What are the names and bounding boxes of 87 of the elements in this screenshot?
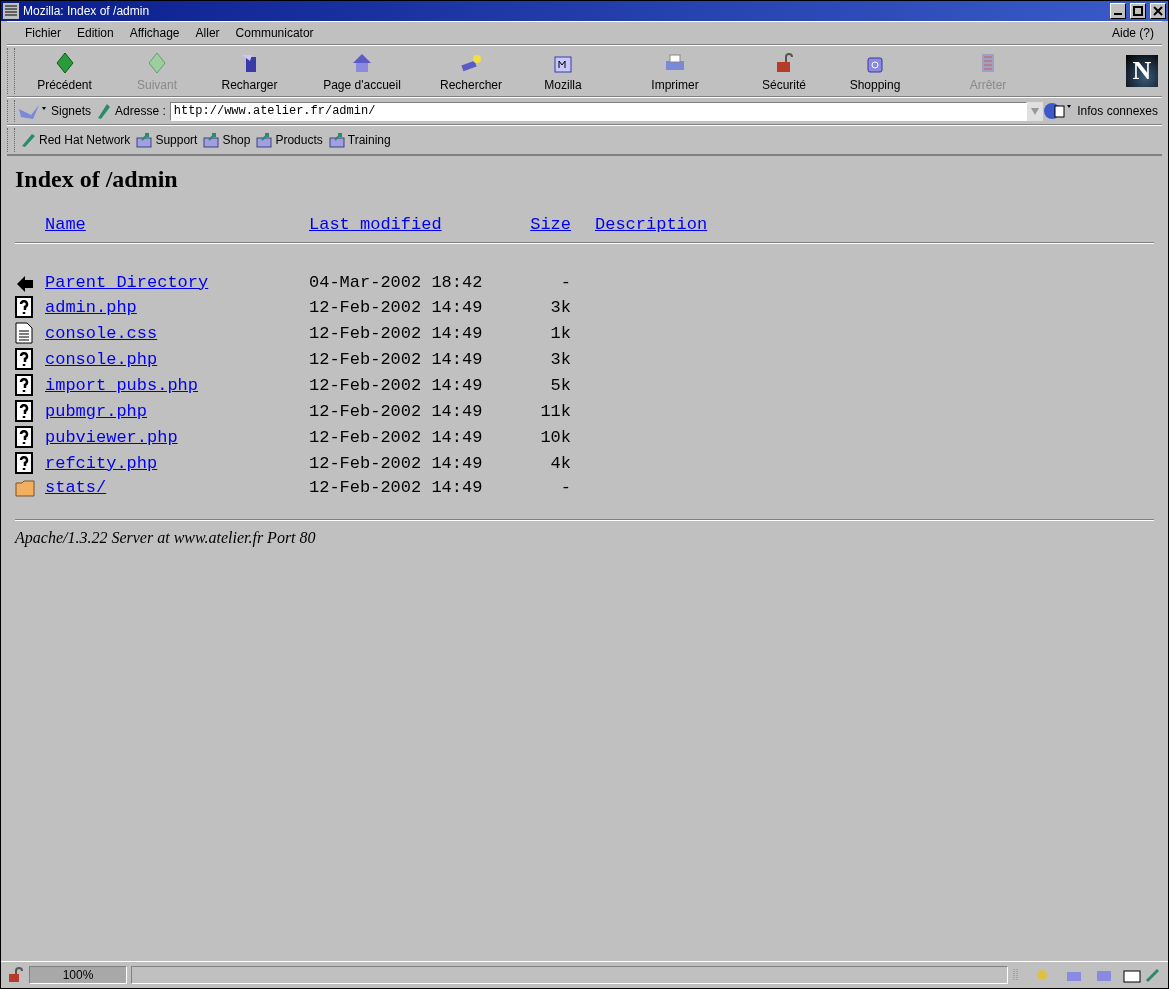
toolbar-button[interactable]: Rechercher [427, 47, 515, 95]
modified-date: 12-Feb-2002 14:49 [309, 375, 484, 395]
unknown-file-icon [15, 426, 33, 448]
modified-date: 12-Feb-2002 14:49 [309, 478, 484, 497]
toolbar-grip[interactable] [7, 100, 15, 122]
file-size: 3k [549, 349, 572, 369]
related-links-label[interactable]: Infos connexes [1077, 104, 1158, 118]
toolbar-button[interactable]: Précédent [17, 47, 112, 95]
unknown-file-icon [15, 348, 33, 370]
close-button[interactable] [1150, 3, 1166, 19]
file-link[interactable]: pubmgr.php [45, 401, 148, 421]
toolbar-button[interactable]: Imprimer [611, 47, 739, 95]
file-link[interactable]: console.php [45, 349, 158, 369]
caret-icon [1030, 105, 1041, 116]
maximize-button[interactable] [1130, 3, 1146, 19]
bookmarks-label[interactable]: Signets [51, 104, 92, 118]
unknown-file-icon [15, 374, 33, 396]
modified-date: 12-Feb-2002 14:49 [309, 349, 484, 369]
unknown-file-icon [15, 296, 33, 318]
dropdown-button[interactable] [1027, 101, 1044, 121]
menu-item[interactable]: Affichage [121, 26, 188, 40]
location-icon [95, 102, 112, 120]
bookmark-folder-icon [136, 132, 153, 148]
file-size: 3k [549, 297, 572, 317]
bookmark-button[interactable]: Products [253, 132, 326, 148]
file-size: 10k [539, 427, 572, 447]
bookmark-button[interactable]: Support [133, 132, 201, 148]
minimize-button[interactable] [1110, 3, 1126, 19]
file-link[interactable]: console.css [45, 323, 158, 343]
address-label: Adresse : [115, 104, 166, 118]
pen-icon [20, 132, 36, 148]
file-size: - [559, 478, 572, 497]
modified-date: 04-Mar-2002 18:42 [309, 272, 484, 292]
menu-item[interactable]: Edition [69, 26, 122, 40]
menu-item[interactable]: Fichier [17, 26, 69, 40]
file-size: 11k [539, 401, 572, 421]
bookmark-button[interactable]: Training [325, 132, 394, 148]
component-bar-drawing[interactable] [1012, 967, 1162, 983]
toolbar-button[interactable]: Recharger [202, 47, 297, 95]
modified-date: 12-Feb-2002 14:49 [309, 453, 484, 473]
bookmark-folder-icon [256, 132, 273, 148]
column-heading-link[interactable]: Last modified [309, 215, 442, 234]
page-heading: Index of /admin [15, 166, 179, 193]
progress-text: 100% [62, 968, 94, 982]
close-icon [1153, 6, 1163, 16]
file-link[interactable]: stats/ [45, 478, 107, 497]
menu-item[interactable]: Aller [187, 26, 228, 40]
padlock-icon[interactable] [7, 967, 25, 983]
address-field[interactable]: http://www.atelier.fr/admin/ [169, 101, 1028, 121]
globe-icon[interactable] [1043, 101, 1074, 121]
bookmark-button[interactable]: Red Hat Network [17, 132, 134, 148]
toolbar-button[interactable]: Shopping [829, 47, 921, 95]
unknown-file-icon [15, 400, 33, 422]
logo: N [1126, 55, 1158, 87]
toolbar-button[interactable]: Page d'accueil [297, 47, 427, 95]
toolbar-button[interactable]: Mozilla [515, 47, 611, 95]
file-link[interactable]: import_pubs.php [45, 375, 199, 395]
file-size: 4k [549, 453, 572, 473]
window-title: Mozilla: Index of /admin [23, 4, 151, 18]
toolbar-grip[interactable] [7, 128, 15, 152]
unknown-file-icon [15, 452, 33, 474]
column-heading-link[interactable]: Name [45, 215, 86, 234]
help-menu[interactable]: Aide (?) [1103, 26, 1162, 40]
window-menu-icon[interactable] [3, 3, 19, 19]
file-size: - [559, 272, 572, 292]
column-heading-link[interactable]: Description [595, 215, 708, 234]
file-size: 5k [549, 375, 572, 395]
modified-date: 12-Feb-2002 14:49 [309, 297, 484, 317]
server-signature: Apache/1.3.22 Server at www.atelier.fr Port 80 [15, 529, 317, 547]
folder-icon [15, 478, 35, 497]
column-heading-link[interactable]: Size [530, 215, 571, 234]
toolbar-grip[interactable] [7, 48, 15, 94]
file-link[interactable]: pubviewer.php [45, 427, 178, 447]
text-file-icon [15, 322, 33, 344]
maximize-icon [1133, 6, 1143, 16]
modified-date: 12-Feb-2002 14:49 [309, 427, 484, 447]
menu-item[interactable]: Communicator [227, 26, 322, 40]
toolbar-button[interactable]: Sécurité [739, 47, 829, 95]
file-link[interactable]: Parent Directory [45, 272, 209, 292]
bookmark-button[interactable]: Shop [200, 132, 254, 148]
file-size: 1k [549, 323, 572, 343]
file-link[interactable]: refcity.php [45, 453, 158, 473]
modified-date: 12-Feb-2002 14:49 [309, 401, 484, 421]
bookmark-folder-icon [203, 132, 220, 148]
file-link[interactable]: admin.php [45, 297, 137, 317]
modified-date: 12-Feb-2002 14:49 [309, 323, 484, 343]
bookmark-folder-icon [328, 132, 345, 148]
